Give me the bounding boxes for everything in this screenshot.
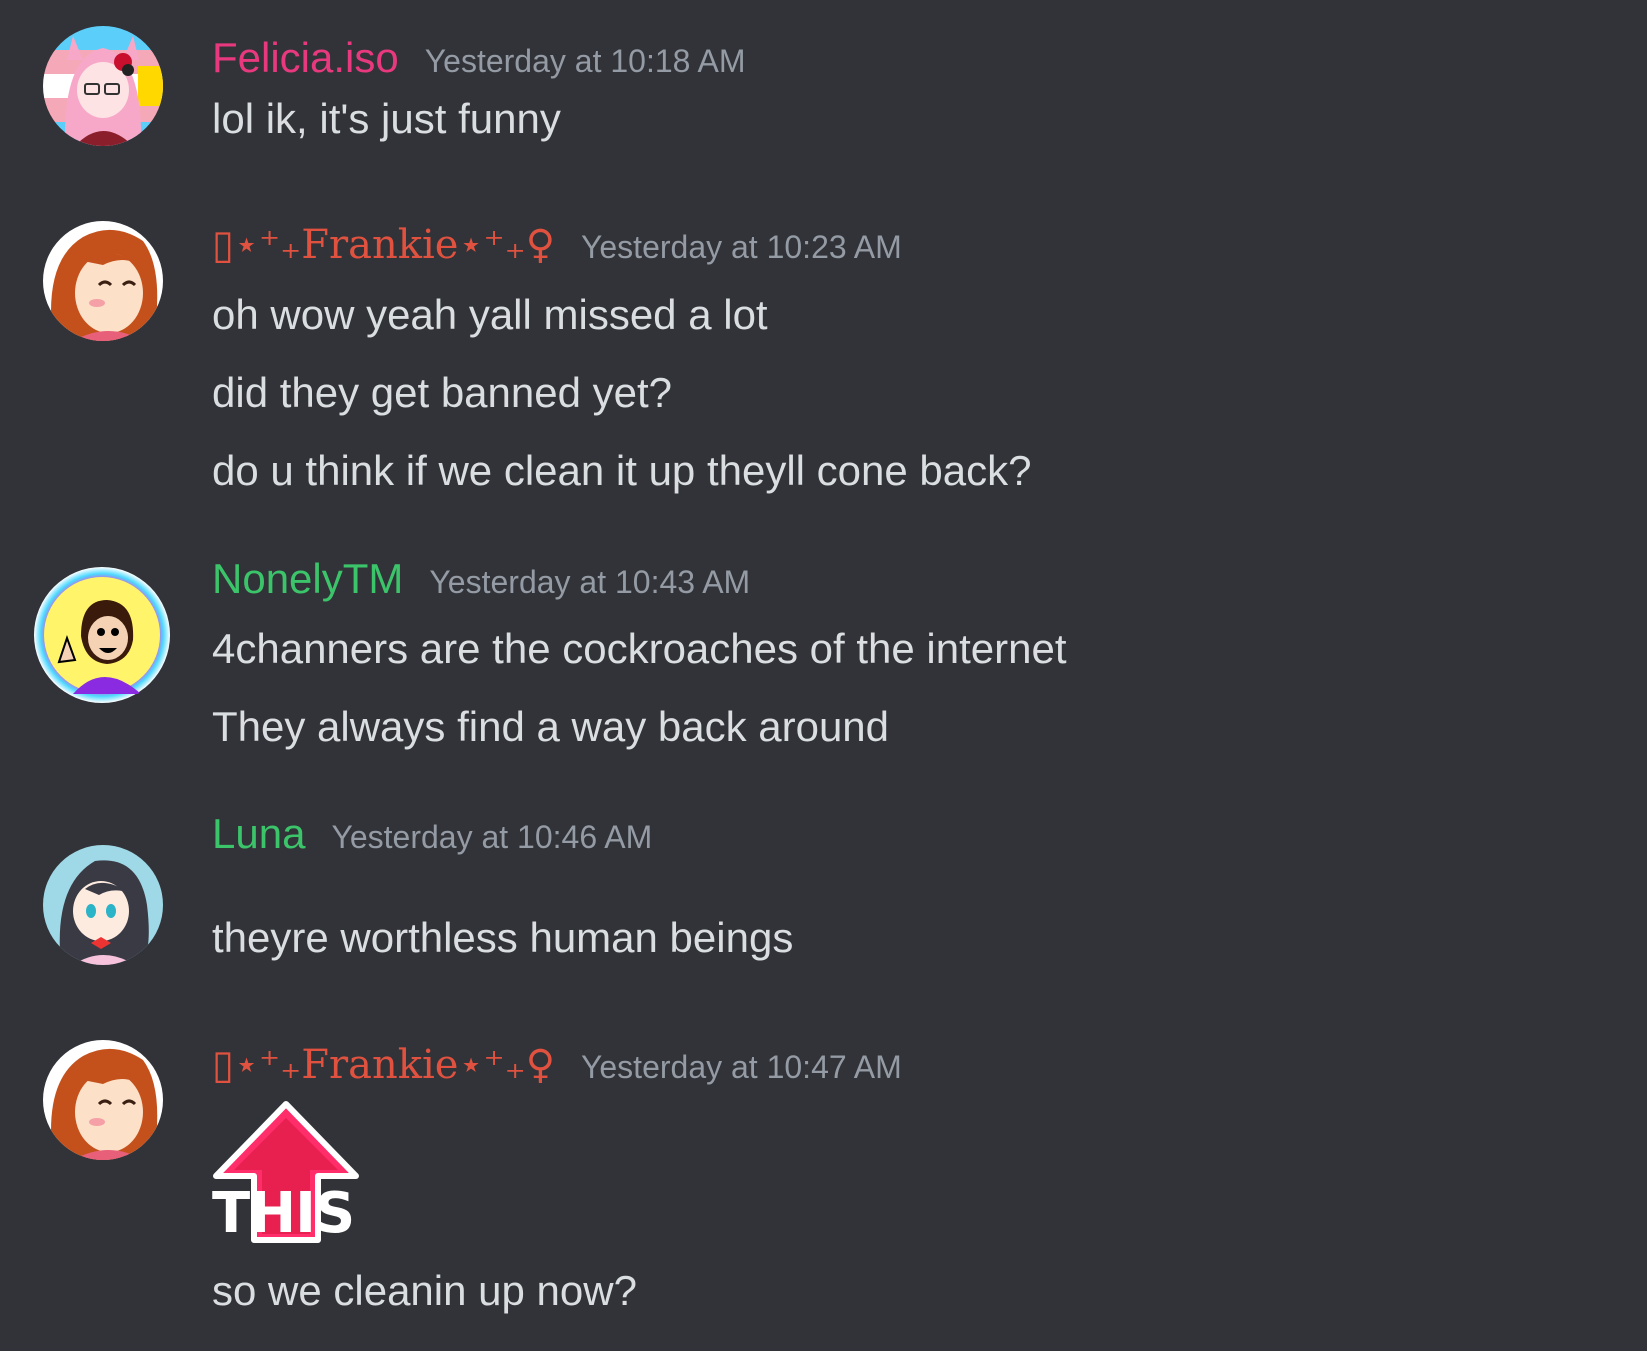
message-header: Luna Yesterday at 10:46 AM	[212, 809, 652, 859]
message-text: 4channers are the cockroaches of the int…	[212, 625, 1067, 672]
username[interactable]: Felicia.iso	[212, 33, 399, 83]
username[interactable]: ▯⋆⁺₊Frankie⋆⁺₊♀	[212, 1040, 555, 1090]
sticker-caption: THIS	[212, 1181, 355, 1246]
timestamp[interactable]: Yesterday at 10:46 AM	[331, 812, 652, 862]
message-header: ▯⋆⁺₊Frankie⋆⁺₊♀ Yesterday at 10:23 AM	[212, 220, 902, 270]
avatar[interactable]	[43, 26, 163, 146]
avatar[interactable]	[43, 1040, 163, 1160]
username[interactable]: NonelyTM	[212, 554, 403, 604]
message-text: They always find a way back around	[212, 703, 890, 750]
message-text: do u think if we clean it up theyll cone…	[212, 447, 1032, 494]
message-header: NonelyTM Yesterday at 10:43 AM	[212, 554, 750, 604]
username[interactable]: ▯⋆⁺₊Frankie⋆⁺₊♀	[212, 220, 555, 270]
timestamp[interactable]: Yesterday at 10:18 AM	[425, 36, 746, 86]
message-text: oh wow yeah yall missed a lot	[212, 291, 768, 338]
message-text: lol ik, it's just funny	[212, 95, 561, 142]
avatar[interactable]	[43, 845, 163, 965]
timestamp[interactable]: Yesterday at 10:47 AM	[581, 1042, 902, 1092]
message-text: theyre worthless human beings	[212, 914, 794, 961]
message-text: did they get banned yet?	[212, 369, 673, 416]
username[interactable]: Luna	[212, 809, 305, 859]
sticker[interactable]: THIS	[212, 1100, 360, 1244]
message-text: so we cleanin up now?	[212, 1267, 637, 1314]
avatar[interactable]	[43, 221, 163, 341]
timestamp[interactable]: Yesterday at 10:23 AM	[581, 222, 902, 272]
chat-messages: Felicia.iso Yesterday at 10:18 AM lol ik…	[0, 0, 1647, 1351]
timestamp[interactable]: Yesterday at 10:43 AM	[429, 557, 750, 607]
avatar[interactable]	[33, 566, 171, 704]
message-header: Felicia.iso Yesterday at 10:18 AM	[212, 33, 746, 83]
message-header: ▯⋆⁺₊Frankie⋆⁺₊♀ Yesterday at 10:47 AM	[212, 1040, 902, 1090]
